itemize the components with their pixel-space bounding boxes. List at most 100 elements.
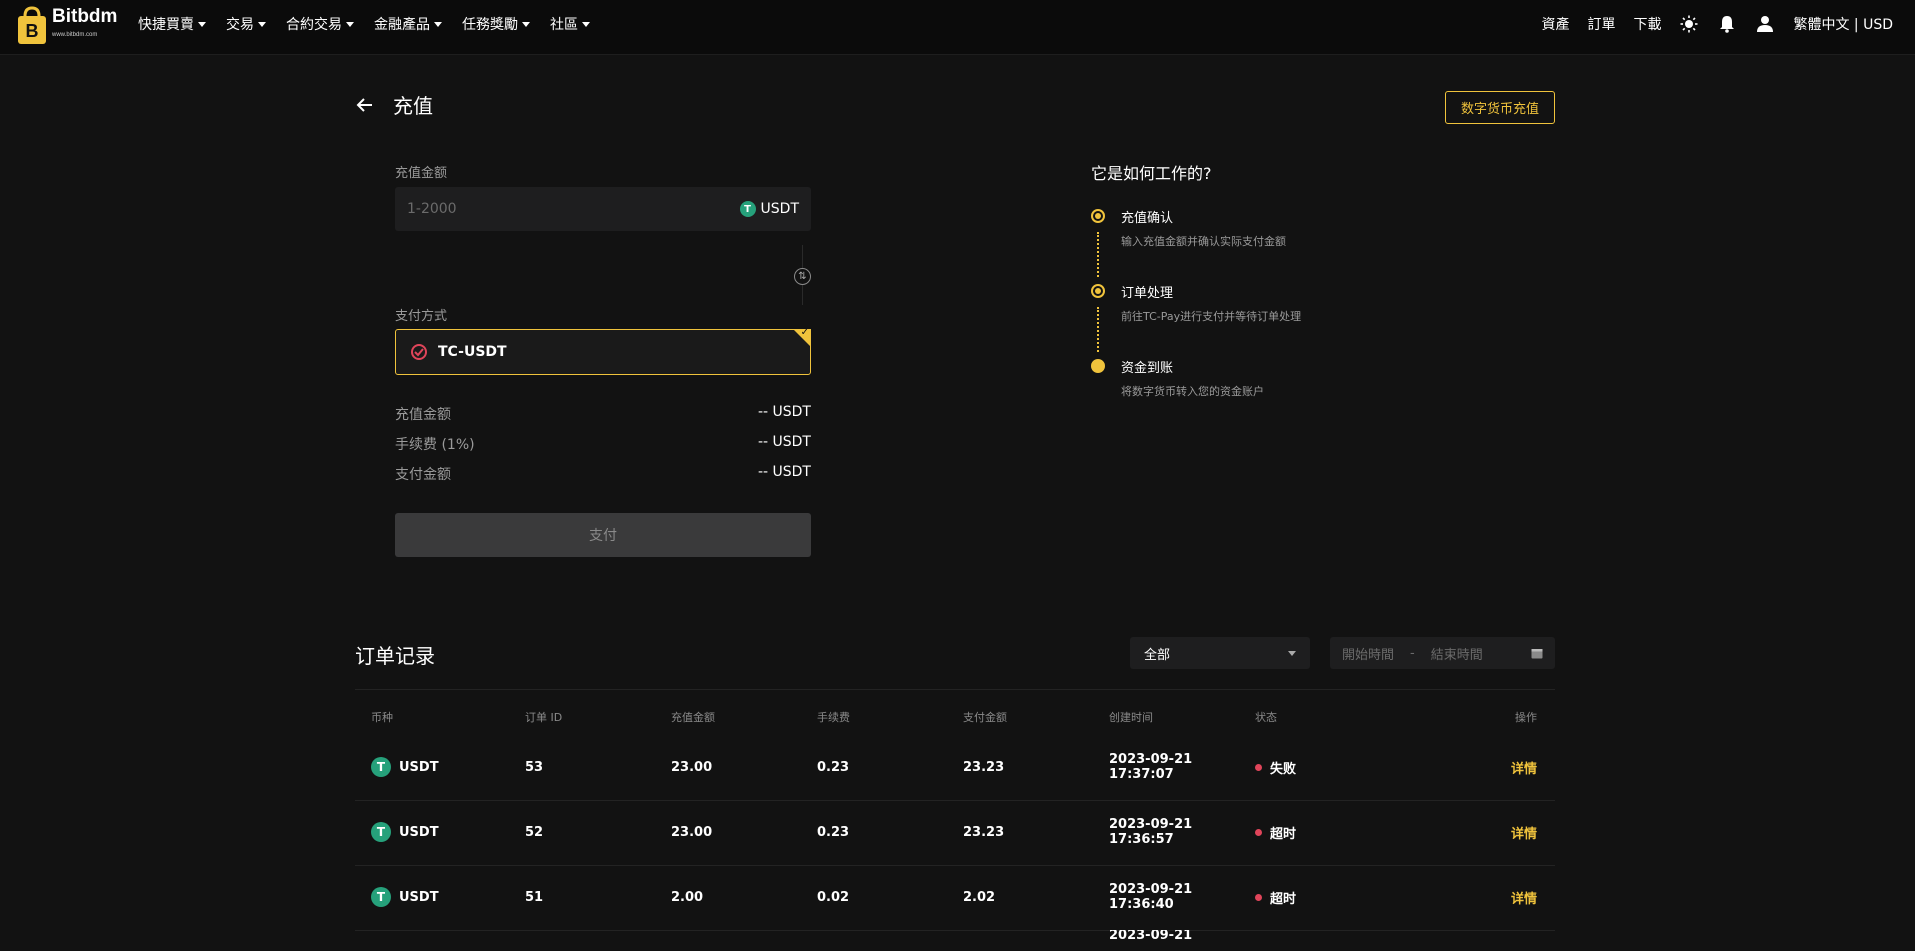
- summary-fee: 手续费 (1%) -- USDT: [395, 434, 811, 453]
- pay-button[interactable]: 支付: [395, 513, 811, 557]
- tether-icon: T: [371, 757, 391, 777]
- detail-link[interactable]: 详情: [1511, 735, 1537, 799]
- fee: 0.23: [817, 759, 850, 775]
- status-dot: [1255, 828, 1262, 836]
- th-deposit-amount: 充值金额: [671, 711, 715, 724]
- coin-cell: T USDT: [371, 865, 439, 929]
- caret-down-icon: [198, 21, 206, 27]
- th-order-id: 订单 ID: [525, 711, 563, 724]
- table-divider: [355, 689, 1555, 690]
- status: 失败: [1255, 735, 1296, 799]
- chevron-down-icon: [1288, 650, 1296, 656]
- order-id: 53: [525, 759, 544, 775]
- brand-logo[interactable]: B Bitbdm www.bitbdm.com: [16, 4, 121, 48]
- brand-sub: www.bitbdm.com: [52, 32, 98, 38]
- amount-field-box: T USDT: [395, 187, 811, 231]
- svg-text:B: B: [26, 21, 39, 41]
- table-row: T USDT 51 2.00 0.02 2.02 2023-09-21 17:36:…: [355, 865, 1555, 929]
- th-fee: 手续费: [817, 711, 850, 724]
- created-time: 2023-09-21 17:36:40: [1109, 882, 1193, 912]
- created-time: 2023-09-21 17:37:07: [1109, 752, 1193, 782]
- main-nav: 快捷買賣 交易 合約交易 金融產品 任務獎勵 社區: [138, 0, 590, 48]
- page-header: 充值: [355, 90, 433, 119]
- sun-theme-icon[interactable]: [1679, 14, 1699, 34]
- nav-contract-trade[interactable]: 合約交易: [286, 14, 354, 34]
- deposit-amount: 23.00: [671, 759, 713, 775]
- nav-community[interactable]: 社區: [550, 14, 590, 34]
- paid-amount: 2.02: [963, 889, 996, 905]
- status: 超时: [1255, 800, 1296, 864]
- crypto-deposit-button[interactable]: 数字货币充值: [1445, 91, 1555, 124]
- th-coin: 币种: [371, 711, 393, 724]
- deposit-amount: 2.00: [671, 889, 704, 905]
- payment-method-name: TC-USDT: [438, 344, 507, 360]
- coin-cell: T USDT: [371, 735, 439, 799]
- order-id: 52: [525, 824, 544, 840]
- caret-down-icon: [522, 21, 530, 27]
- amount-input[interactable]: [407, 201, 740, 217]
- detail-link[interactable]: 详情: [1511, 865, 1537, 929]
- th-action: 操作: [1515, 711, 1537, 724]
- nav-quick-trade[interactable]: 快捷買賣: [138, 14, 206, 34]
- order-id: 51: [525, 889, 544, 905]
- caret-down-icon: [346, 21, 354, 27]
- bag-logo-icon: B: [18, 6, 46, 44]
- payment-method-option[interactable]: TC-USDT ✓: [395, 327, 811, 375]
- status: 超时: [1255, 865, 1296, 929]
- table-row: 2023-09-21: [355, 930, 1555, 951]
- nav-task-rewards[interactable]: 任務獎勵: [462, 14, 530, 34]
- created-time: 2023-09-21: [1109, 930, 1193, 943]
- caret-down-icon: [258, 21, 266, 27]
- currency-tag: T USDT: [739, 201, 799, 217]
- summary-deposit-amount: 充值金额 -- USDT: [395, 404, 811, 423]
- paid-amount: 23.23: [963, 824, 1005, 840]
- fee: 0.23: [817, 824, 850, 840]
- tether-icon: T: [371, 822, 391, 842]
- payment-method-label: 支付方式: [395, 309, 448, 324]
- caret-down-icon: [582, 21, 590, 27]
- th-paid-amount: 支付金额: [963, 711, 1007, 724]
- end-date-input[interactable]: 結束時間: [1431, 644, 1483, 663]
- tether-icon: T: [739, 201, 756, 217]
- fee: 0.02: [817, 889, 850, 905]
- step-dot: [1091, 359, 1105, 373]
- caret-down-icon: [434, 21, 442, 27]
- detail-link[interactable]: 详情: [1511, 800, 1537, 864]
- tcpay-icon: [411, 344, 427, 360]
- step-dot: [1091, 284, 1105, 298]
- page-title: 充值: [393, 94, 433, 118]
- coin-cell: T USDT: [371, 800, 439, 864]
- paid-amount: 23.23: [963, 759, 1005, 775]
- step-connector: [1097, 307, 1099, 352]
- nav-orders[interactable]: 訂單: [1587, 14, 1615, 34]
- order-records-title: 订单记录: [355, 644, 435, 668]
- summary-pay-amount: 支付金额 -- USDT: [395, 464, 811, 483]
- nav-financial-products[interactable]: 金融產品: [374, 14, 442, 34]
- status-dot: [1255, 893, 1262, 901]
- amount-label: 充值金额: [395, 166, 448, 181]
- deposit-amount: 23.00: [671, 824, 713, 840]
- start-date-input[interactable]: 開始時間: [1342, 644, 1394, 663]
- date-range-picker[interactable]: 開始時間 - 結束時間: [1330, 637, 1555, 669]
- user-icon[interactable]: [1755, 14, 1775, 34]
- step-connector: [1097, 232, 1099, 277]
- top-navigation-bar: B Bitbdm www.bitbdm.com 快捷買賣 交易 合約交易 金融產…: [0, 0, 1915, 55]
- nav-assets[interactable]: 資產: [1541, 14, 1569, 34]
- date-separator: -: [1410, 645, 1415, 661]
- back-arrow-icon[interactable]: [355, 95, 375, 115]
- check-icon: ✓: [800, 327, 809, 338]
- th-status: 状态: [1255, 711, 1277, 724]
- status-filter-select[interactable]: 全部: [1130, 637, 1310, 669]
- status-dot: [1255, 763, 1262, 771]
- tether-icon: T: [371, 887, 391, 907]
- locale-currency-switch[interactable]: 繁體中文 | USD: [1793, 14, 1893, 34]
- nav-right: 資產 訂單 下載 繁體中文 | USD: [1541, 0, 1893, 48]
- created-time: 2023-09-21 17:36:57: [1109, 817, 1193, 847]
- bell-icon[interactable]: [1717, 14, 1737, 34]
- table-row: T USDT 52 23.00 0.23 23.23 2023-09-21 17:3…: [355, 800, 1555, 864]
- th-created-time: 创建时间: [1109, 711, 1153, 724]
- table-row: T USDT 53 23.00 0.23 23.23 2023-09-21 17:3…: [355, 735, 1555, 799]
- step-dot: [1091, 209, 1105, 223]
- nav-trade[interactable]: 交易: [226, 14, 266, 34]
- nav-download[interactable]: 下載: [1633, 14, 1661, 34]
